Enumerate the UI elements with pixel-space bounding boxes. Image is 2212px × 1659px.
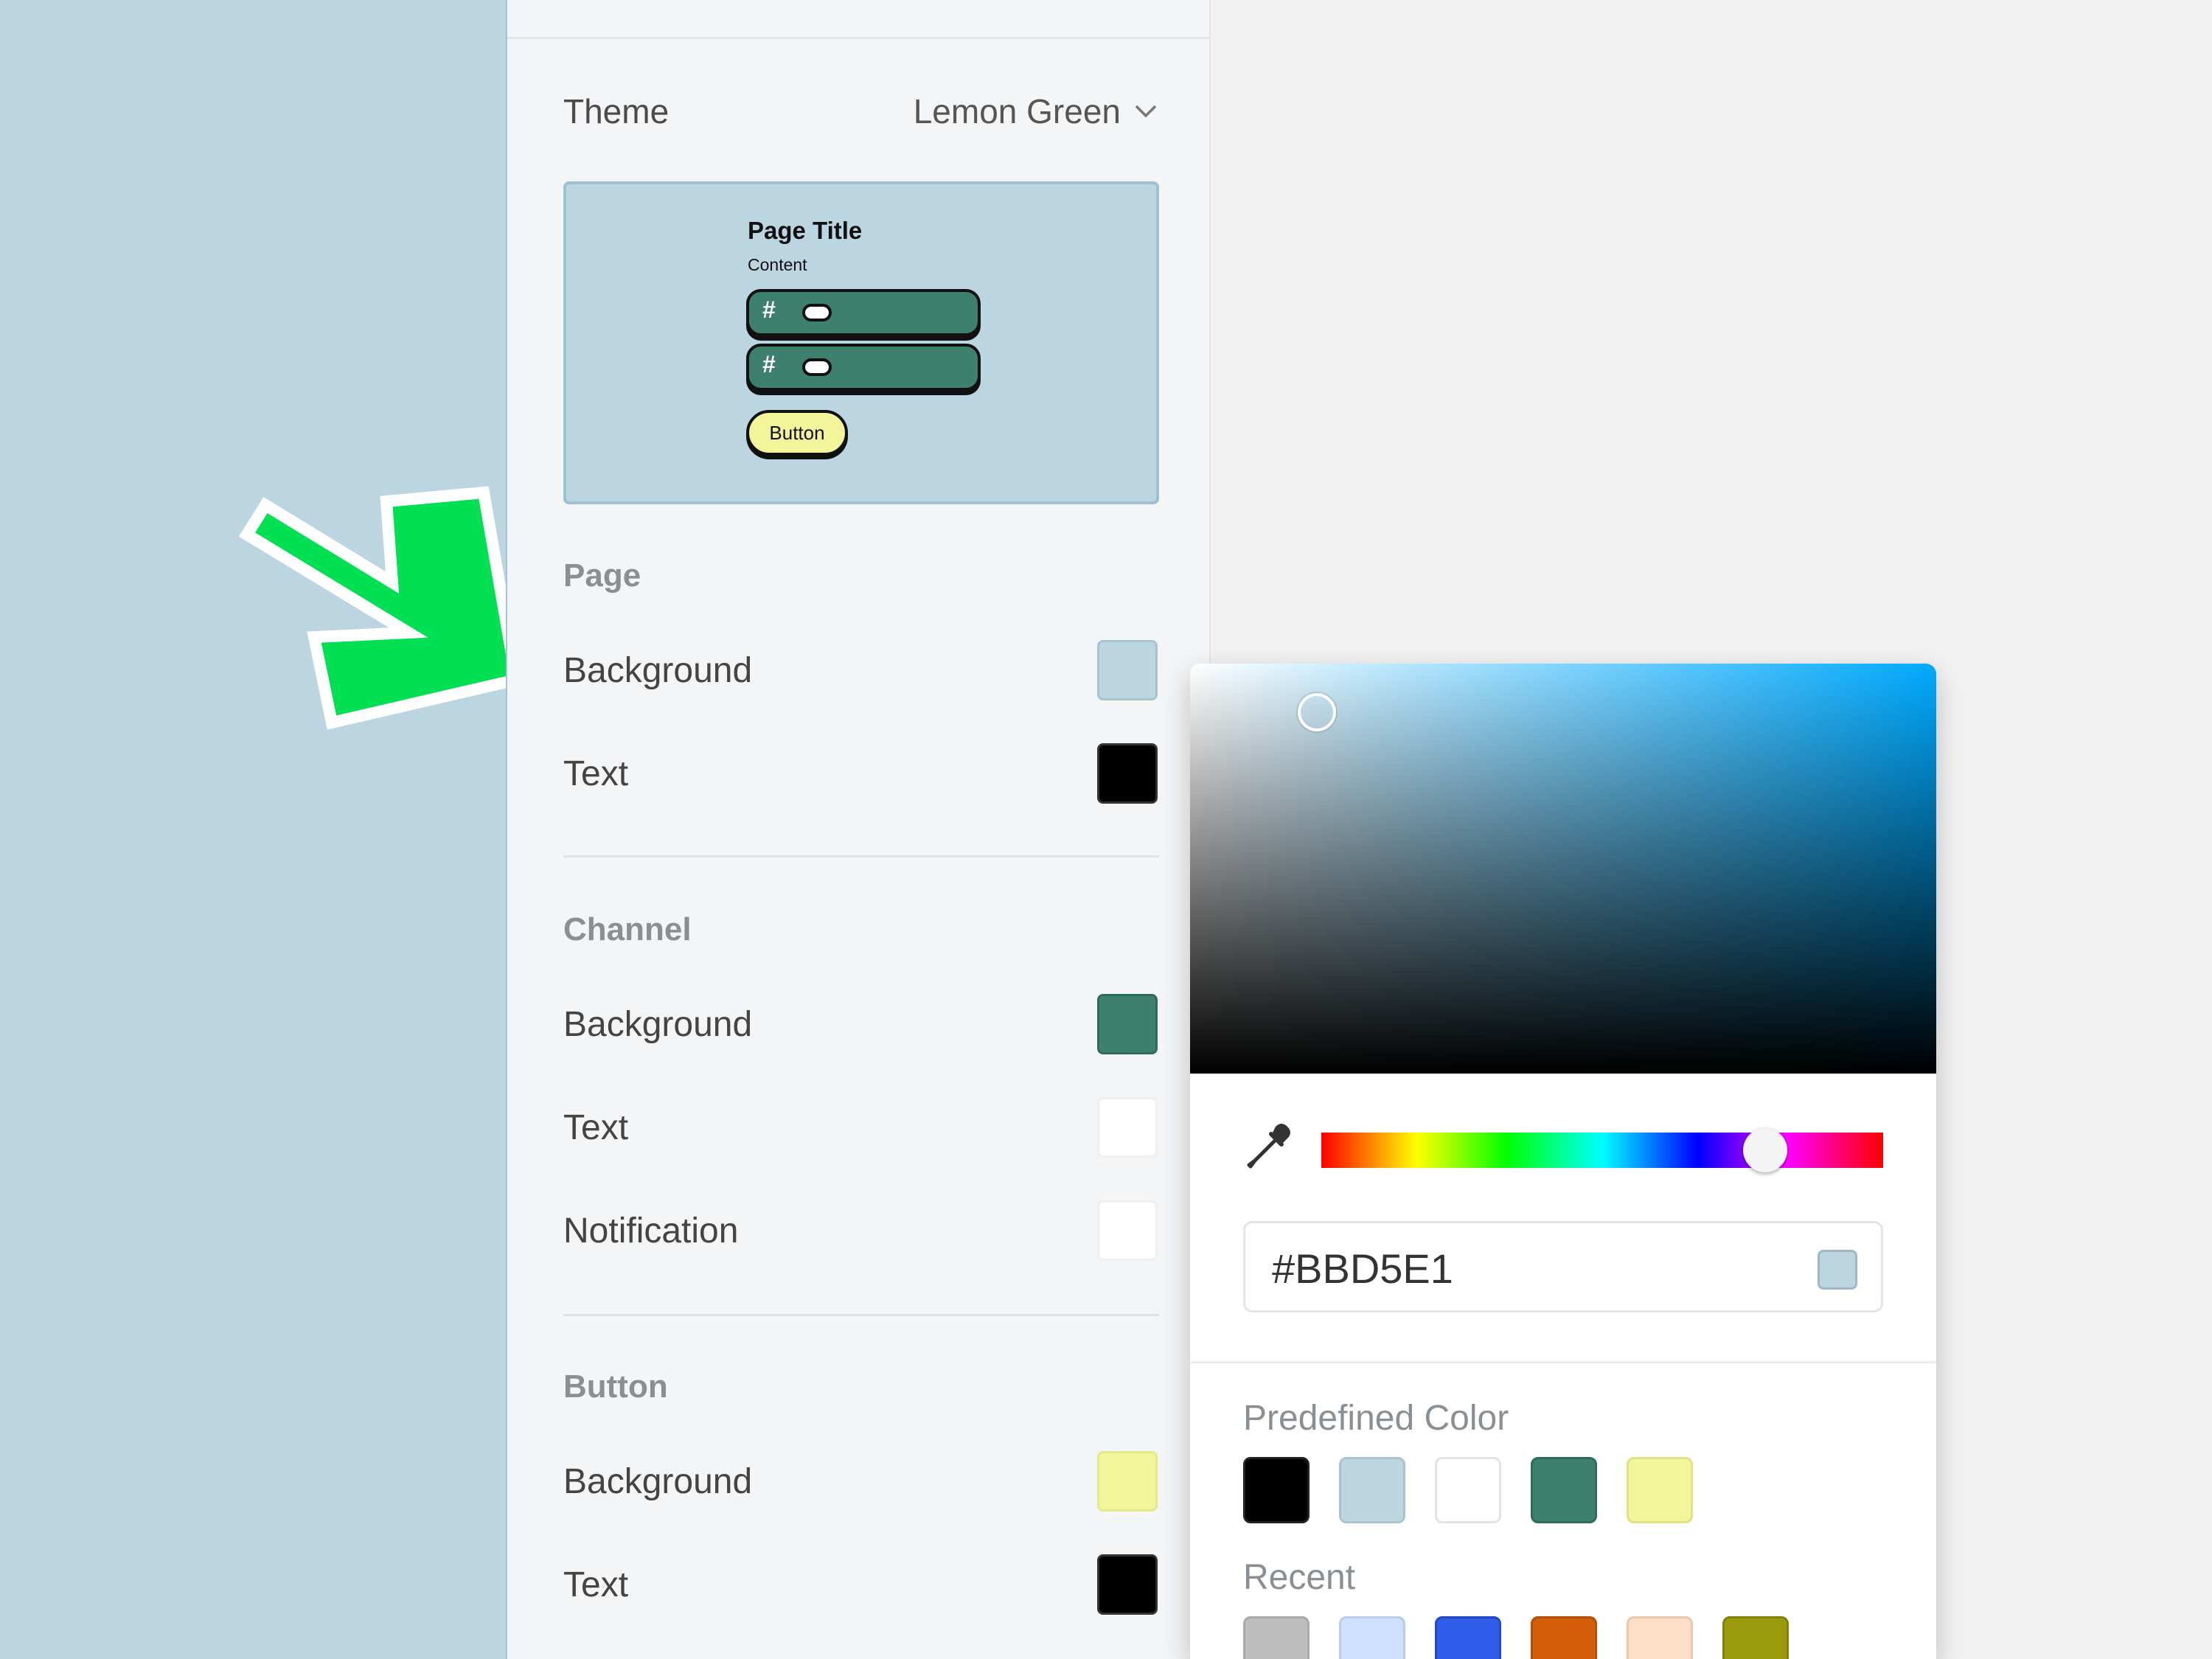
preview-channel-pill: # (746, 344, 981, 391)
section-divider (563, 1314, 1159, 1316)
toggle-dot-icon (802, 358, 832, 376)
predefined-color-chip[interactable] (1627, 1457, 1693, 1523)
saturation-value-area[interactable] (1190, 664, 1936, 1074)
section-title-page: Page (563, 557, 641, 594)
page-text-label: Text (563, 754, 629, 793)
button-background-label: Background (563, 1462, 753, 1501)
recent-color-chip[interactable] (1531, 1616, 1597, 1659)
recent-colors-label: Recent (1243, 1558, 1356, 1597)
theme-label: Theme (563, 92, 669, 131)
color-picker-popover: Predefined Color Recent (1190, 664, 1936, 1659)
recent-color-chip[interactable] (1627, 1616, 1693, 1659)
color-handle[interactable] (1298, 693, 1336, 731)
predefined-color-label: Predefined Color (1243, 1399, 1509, 1438)
predefined-color-chip[interactable] (1339, 1457, 1405, 1523)
section-divider (563, 855, 1159, 858)
preview-content: Content (748, 255, 807, 274)
preview-page-title: Page Title (748, 217, 863, 244)
current-color-preview (1818, 1250, 1857, 1290)
pointer-arrow-icon (238, 486, 524, 730)
theme-settings-panel: Theme Lemon Green Page Title Content # #… (506, 0, 1211, 1659)
channel-text-label: Text (563, 1108, 629, 1147)
hex-field (1243, 1221, 1883, 1312)
toggle-dot-icon (802, 304, 832, 321)
hue-slider[interactable] (1321, 1128, 1883, 1172)
theme-selected-value: Lemon Green (913, 92, 1121, 131)
recent-color-chip[interactable] (1435, 1616, 1501, 1659)
predefined-color-chip[interactable] (1435, 1457, 1501, 1523)
hash-icon: # (762, 296, 776, 323)
channel-notification-swatch[interactable] (1097, 1200, 1158, 1261)
preview-channel-pill: # (746, 289, 981, 336)
recent-color-chip[interactable] (1243, 1616, 1310, 1659)
section-title-button: Button (563, 1368, 668, 1405)
theme-preview: Page Title Content # # Button (563, 181, 1159, 504)
page-text-swatch[interactable] (1097, 743, 1158, 804)
hue-slider-thumb[interactable] (1743, 1128, 1787, 1172)
predefined-color-chip[interactable] (1243, 1457, 1310, 1523)
button-text-swatch[interactable] (1097, 1554, 1158, 1615)
channel-notification-label: Notification (563, 1211, 739, 1251)
picker-divider (1190, 1361, 1936, 1363)
canvas-background (0, 0, 506, 1659)
predefined-color-chip[interactable] (1531, 1457, 1597, 1523)
page-background-label: Background (563, 651, 753, 690)
eyedropper-icon[interactable] (1243, 1121, 1295, 1172)
page-background-swatch[interactable] (1097, 640, 1158, 700)
recent-color-chip[interactable] (1339, 1616, 1405, 1659)
section-title-channel: Channel (563, 911, 692, 947)
hash-icon: # (762, 351, 776, 378)
button-text-label: Text (563, 1565, 629, 1604)
channel-text-swatch[interactable] (1097, 1097, 1158, 1158)
channel-background-swatch[interactable] (1097, 994, 1158, 1054)
top-divider (507, 37, 1209, 39)
channel-background-label: Background (563, 1005, 753, 1044)
hex-input[interactable] (1272, 1242, 1788, 1294)
preview-button: Button (746, 410, 848, 456)
button-background-swatch[interactable] (1097, 1451, 1158, 1512)
chevron-down-icon (1135, 105, 1157, 118)
theme-dropdown[interactable]: Lemon Green (914, 91, 1158, 131)
recent-color-chip[interactable] (1722, 1616, 1789, 1659)
